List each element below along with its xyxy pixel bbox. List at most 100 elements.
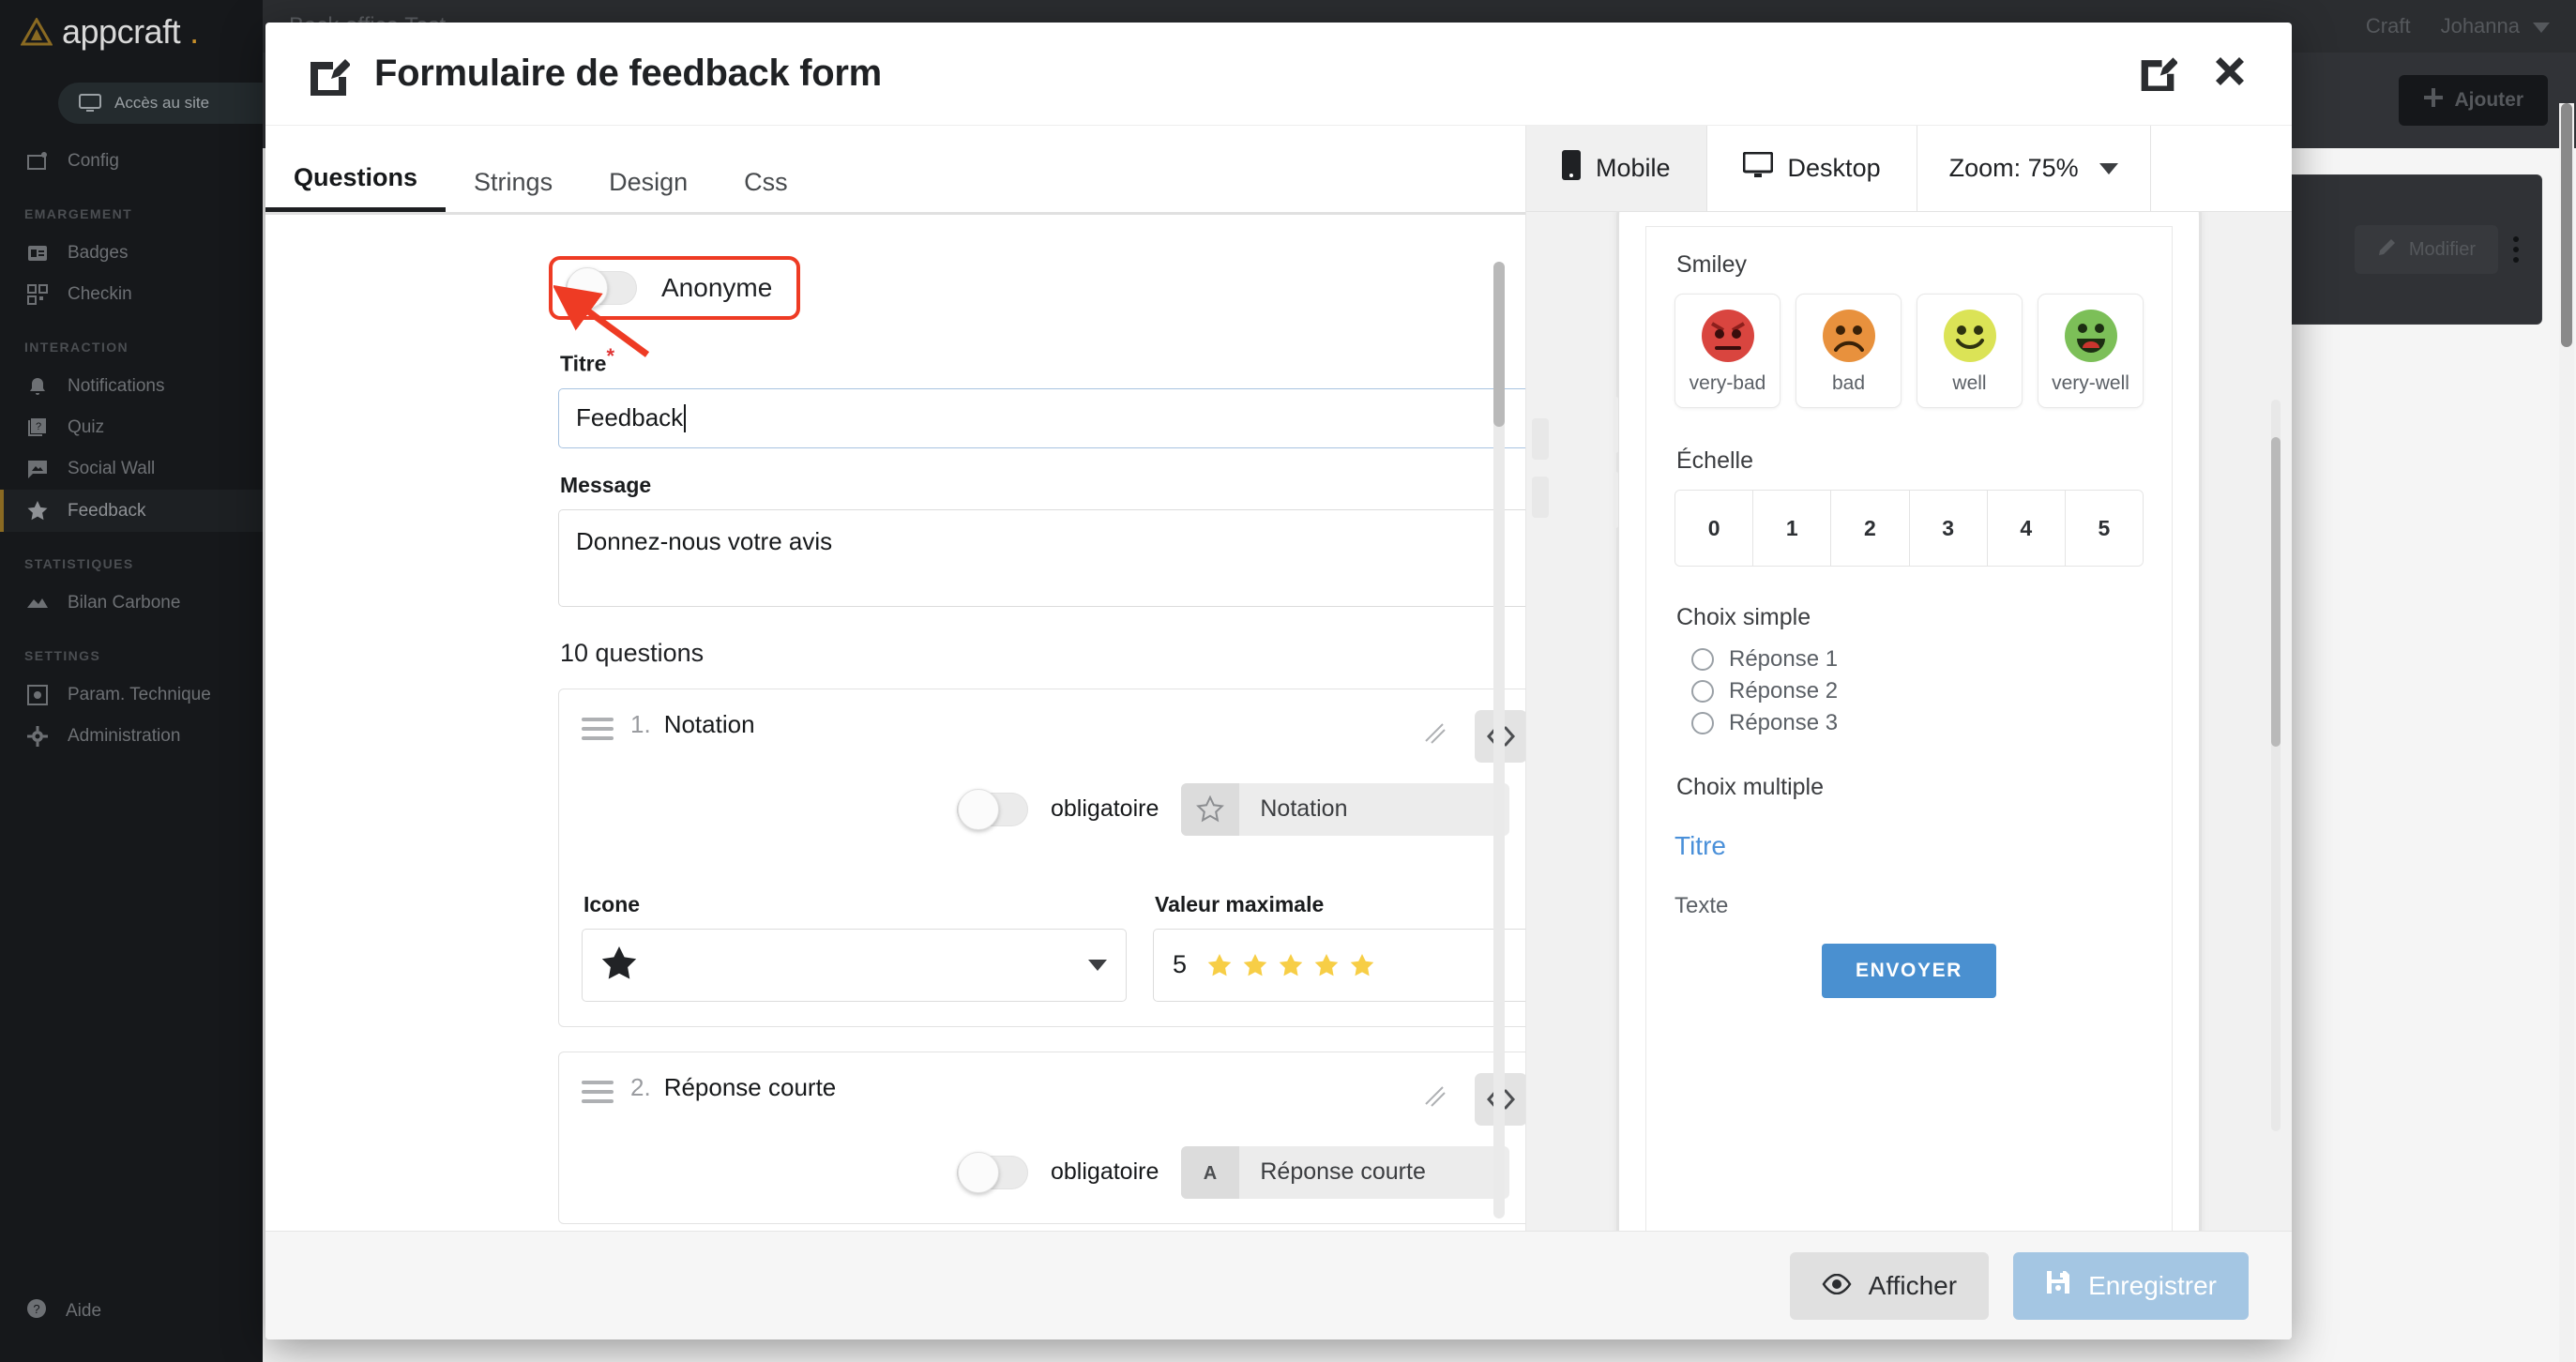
sidebar-item-feedback[interactable]: Feedback bbox=[0, 490, 263, 532]
close-icon[interactable] bbox=[2211, 53, 2249, 95]
sidebar-item-administration[interactable]: Administration bbox=[0, 716, 263, 757]
add-button[interactable]: Ajouter bbox=[2398, 75, 2548, 126]
smiley-option[interactable]: very-bad bbox=[1674, 294, 1780, 408]
sidebar-item-badges[interactable]: Badges bbox=[0, 233, 263, 274]
star-filled-icon bbox=[1207, 954, 1232, 976]
device-mobile-button[interactable]: Mobile bbox=[1526, 126, 1707, 211]
sidebar-item-quiz[interactable]: ? Quiz bbox=[0, 407, 263, 448]
mobile-icon bbox=[1562, 150, 1581, 187]
enregistrer-button[interactable]: Enregistrer bbox=[2013, 1251, 2249, 1320]
smiley-label: well bbox=[1952, 372, 1987, 394]
app-logo-dot: . bbox=[189, 12, 199, 51]
chevron-down-icon bbox=[1088, 959, 1107, 971]
sidebar-item-social-wall[interactable]: Social Wall bbox=[0, 448, 263, 490]
zoom-level-label: Zoom: 75% bbox=[1948, 154, 2079, 182]
app-logo: appcraft. bbox=[21, 8, 199, 56]
tab-strings[interactable]: Strings bbox=[446, 168, 581, 212]
preview-titre-link[interactable]: Titre bbox=[1674, 831, 2144, 861]
sidebar-item-notifications[interactable]: Notifications bbox=[0, 366, 263, 407]
preview-form: Smiley very-bad bad well very-well Échel… bbox=[1646, 227, 2172, 1022]
preview-submit-button[interactable]: ENVOYER bbox=[1822, 944, 1996, 998]
icone-select[interactable] bbox=[582, 928, 1127, 1002]
sidebar-item-checkin[interactable]: Checkin bbox=[0, 274, 263, 315]
plus-icon bbox=[2423, 87, 2444, 114]
echelle-option[interactable]: 2 bbox=[1831, 491, 1910, 566]
resize-handle-icon[interactable] bbox=[1422, 1083, 1448, 1115]
resize-handle-icon[interactable] bbox=[1422, 720, 1448, 752]
smiley-very-well-icon bbox=[2064, 310, 2117, 362]
sidebar-label-aide: Aide bbox=[66, 1301, 102, 1321]
text-caret bbox=[684, 403, 687, 432]
editor-scrollbar-thumb[interactable] bbox=[1493, 262, 1505, 427]
sidebar-label-param-technique: Param. Technique bbox=[68, 685, 211, 704]
preview-side-tab[interactable] bbox=[1532, 477, 1549, 518]
sidebar-item-aide[interactable]: ? Aide bbox=[0, 1287, 263, 1336]
question-type-select[interactable]: Notation bbox=[1181, 782, 1510, 836]
page-scrollbar[interactable] bbox=[2559, 103, 2574, 1362]
sidebar-label-checkin: Checkin bbox=[68, 284, 132, 304]
sidebar-label-notifications: Notifications bbox=[68, 376, 165, 396]
preview-scrollbar-thumb[interactable] bbox=[2271, 437, 2281, 747]
zoom-select[interactable]: Zoom: 75% bbox=[1917, 126, 2151, 211]
valeur-maximale-label: Valeur maximale bbox=[1155, 891, 1325, 916]
phone-screen: Smiley very-bad bad well very-well Échel… bbox=[1645, 226, 2173, 1231]
question-title: Notation bbox=[663, 709, 755, 738]
sidebar-item-config[interactable]: Config bbox=[0, 141, 263, 182]
echelle-option[interactable]: 0 bbox=[1675, 491, 1754, 566]
sidebar-group-statistiques: STATISTIQUES bbox=[24, 556, 134, 571]
preview-echelle-title: Échelle bbox=[1676, 447, 1753, 474]
icone-label: Icone bbox=[583, 891, 641, 916]
more-options-icon[interactable] bbox=[2513, 236, 2519, 263]
anonyme-row[interactable]: Anonyme bbox=[549, 256, 801, 320]
modify-button[interactable]: Modifier bbox=[2354, 225, 2498, 274]
echelle-option[interactable]: 4 bbox=[1987, 491, 2066, 566]
tab-css[interactable]: Css bbox=[716, 168, 816, 212]
star-filled-icon bbox=[1279, 954, 1303, 976]
smiley-option[interactable]: well bbox=[1917, 294, 2023, 408]
svg-text:?: ? bbox=[33, 1302, 39, 1316]
tab-questions[interactable]: Questions bbox=[265, 163, 447, 212]
smiley-option[interactable]: bad bbox=[1796, 294, 1902, 408]
question-card-header: 2. Réponse courte bbox=[582, 1072, 1525, 1126]
edit-icon[interactable] bbox=[2138, 52, 2178, 96]
radio-option[interactable]: Réponse 1 bbox=[1691, 646, 2144, 673]
editor-content: Anonyme Titre* Feedback Message Donnez-n… bbox=[265, 215, 1525, 1224]
question-type-select[interactable]: A Réponse courte bbox=[1181, 1145, 1510, 1199]
valeur-maximale-value: 5 bbox=[1173, 950, 1188, 979]
question-required-toggle[interactable] bbox=[957, 1151, 1028, 1193]
phone-volume-button bbox=[1614, 397, 1618, 453]
message-textarea[interactable]: Donnez-nous votre avis bbox=[558, 508, 1525, 607]
site-access-button[interactable]: Accès au site bbox=[58, 83, 283, 124]
drag-handle-icon[interactable] bbox=[582, 1080, 614, 1103]
valeur-maximale-select[interactable]: 5 bbox=[1153, 928, 1525, 1002]
feedback-form-modal: Formulaire de feedback form Questions St… bbox=[265, 23, 2292, 1339]
chevron-down-icon bbox=[2099, 162, 2118, 174]
preview-scrollbar[interactable] bbox=[2271, 400, 2281, 1131]
tab-design[interactable]: Design bbox=[581, 168, 716, 212]
preview-side-tab[interactable] bbox=[1532, 418, 1549, 460]
edit-square-icon bbox=[307, 53, 350, 96]
echelle-option[interactable]: 1 bbox=[1753, 491, 1832, 566]
afficher-button[interactable]: Afficher bbox=[1789, 1251, 1990, 1320]
topbar-brand: Craft bbox=[2365, 14, 2411, 38]
radio-option[interactable]: Réponse 3 bbox=[1691, 710, 2144, 736]
sidebar-item-param-technique[interactable]: Param. Technique bbox=[0, 674, 263, 716]
echelle-option[interactable]: 3 bbox=[1909, 491, 1988, 566]
topbar-user-menu[interactable]: Johanna bbox=[2441, 14, 2550, 38]
smiley-option[interactable]: very-well bbox=[2038, 294, 2144, 408]
radio-icon bbox=[1691, 712, 1714, 734]
anonyme-toggle[interactable] bbox=[566, 267, 637, 309]
editor-scrollbar[interactable] bbox=[1493, 262, 1505, 1218]
sidebar-item-bilan-carbone[interactable]: Bilan Carbone bbox=[0, 583, 263, 624]
radio-option[interactable]: Réponse 2 bbox=[1691, 678, 2144, 704]
question-number: 1. bbox=[630, 709, 651, 738]
image-icon bbox=[26, 460, 49, 478]
question-required-toggle[interactable] bbox=[957, 788, 1028, 830]
desktop-icon bbox=[1742, 151, 1774, 185]
quiz-icon: ? bbox=[26, 417, 49, 438]
titre-input[interactable]: Feedback bbox=[558, 387, 1525, 448]
drag-handle-icon[interactable] bbox=[582, 717, 614, 740]
gear-icon bbox=[26, 726, 49, 747]
device-desktop-button[interactable]: Desktop bbox=[1707, 126, 1917, 211]
echelle-option[interactable]: 5 bbox=[2065, 491, 2143, 566]
